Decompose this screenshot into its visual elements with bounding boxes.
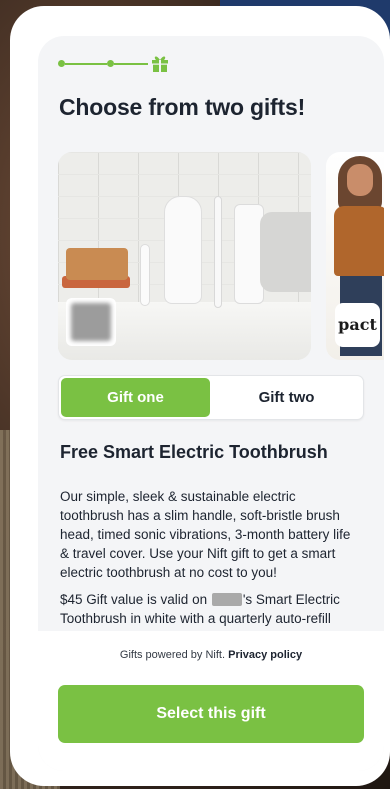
- select-gift-button[interactable]: Select this gift: [58, 685, 364, 743]
- powered-by-label: Gifts powered by Nift.: [119, 649, 226, 661]
- powered-by-text: Gifts powered by Nift. Privacy policy: [38, 649, 384, 661]
- privacy-policy-link[interactable]: Privacy policy: [228, 649, 302, 661]
- brand-logo-redacted: [66, 298, 116, 346]
- progress-stepper: [58, 51, 178, 77]
- tab-gift-two[interactable]: Gift two: [212, 378, 361, 417]
- gift-title: Free Smart Electric Toothbrush: [60, 442, 328, 462]
- step-connector-2: [114, 63, 148, 65]
- footer: Gifts powered by Nift. Privacy policy Se…: [38, 631, 384, 771]
- step-connector-1: [65, 63, 107, 65]
- gift-two-image[interactable]: pact: [326, 152, 384, 360]
- step-dot-1: [58, 60, 65, 67]
- sponge: [66, 248, 128, 280]
- tab-gift-one[interactable]: Gift one: [61, 378, 210, 417]
- toothbrush-tall: [214, 196, 222, 308]
- gift-chooser-card: Choose from two gifts! pact Gift one Gif…: [38, 36, 384, 771]
- step-dot-2: [107, 60, 114, 67]
- modal-frame: Choose from two gifts! pact Gift one Gif…: [10, 6, 390, 786]
- gift-description: Our simple, sleek & sustainable electric…: [60, 489, 351, 580]
- toothbrush-small: [140, 244, 150, 306]
- gift-one-image[interactable]: [58, 152, 311, 360]
- toothbrush-holder: [164, 196, 202, 304]
- page-title: Choose from two gifts!: [59, 94, 306, 120]
- gift-image-carousel[interactable]: pact: [58, 152, 384, 360]
- gift-icon: [152, 56, 168, 72]
- brand-name-redacted: [211, 593, 242, 606]
- charging-case: [260, 212, 311, 292]
- pact-logo: pact: [335, 303, 380, 347]
- gift-tabs: Gift one Gift two: [58, 375, 364, 420]
- gift-value-text: $45 Gift value is valid on 's Smart Elec…: [60, 590, 360, 628]
- gift-value-prefix: $45 Gift value is valid on: [60, 592, 211, 607]
